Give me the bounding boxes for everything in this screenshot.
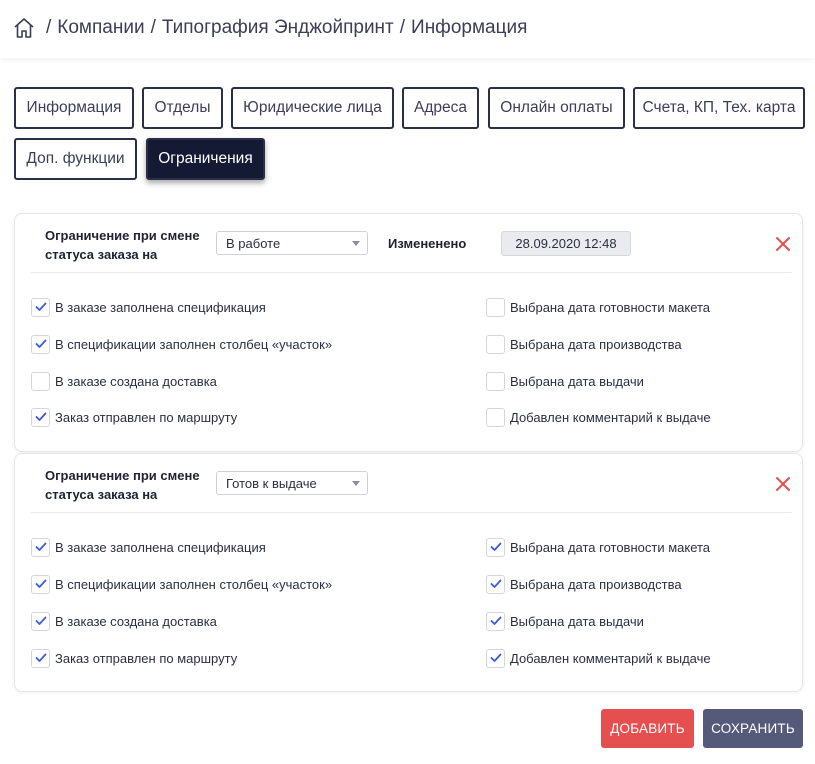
tab-departments[interactable]: Отделы (142, 87, 223, 129)
divider (31, 272, 792, 273)
check-item[interactable]: В заказе создана доставка (31, 371, 217, 391)
check-label: Заказ отправлен по маршруту (55, 650, 238, 666)
tab-information[interactable]: Информация (14, 87, 134, 129)
checkbox[interactable] (486, 297, 505, 317)
home-icon[interactable] (12, 16, 36, 40)
restriction-card: Ограничение при смене статуса заказа на … (14, 453, 803, 692)
checkbox[interactable] (486, 371, 505, 391)
check-item[interactable]: Добавлен комментарий к выдаче (486, 407, 711, 427)
tab-addresses[interactable]: Адреса (402, 87, 479, 129)
check-item[interactable]: Выбрана дата выдачи (486, 371, 644, 391)
breadcrumb-item-companies[interactable]: Компании (57, 17, 144, 39)
breadcrumb-separator: / (150, 17, 156, 38)
breadcrumb-item-company[interactable]: Типография Энджойпринт (162, 17, 394, 39)
check-label: В заказе создана доставка (55, 613, 217, 629)
chevron-down-icon (352, 241, 360, 246)
checkbox[interactable] (486, 611, 505, 631)
changed-label: Измененено (388, 236, 467, 251)
check-item[interactable]: Выбрана дата производства (486, 334, 682, 354)
tab-legal-entities[interactable]: Юридические лица (231, 87, 394, 129)
checkbox[interactable] (486, 537, 505, 557)
checkbox[interactable] (31, 371, 50, 391)
checkbox[interactable] (31, 574, 50, 594)
check-label: Выбрана дата производства (510, 576, 682, 592)
check-label: Выбрана дата готовности макета (510, 299, 711, 315)
close-icon[interactable] (775, 236, 791, 252)
check-label: В заказе создана доставка (55, 373, 217, 389)
checkbox[interactable] (486, 648, 505, 668)
changed-date-field: 28.09.2020 12:48 (501, 231, 631, 256)
restriction-card: Ограничение при смене статуса заказа на … (14, 213, 803, 452)
check-item[interactable]: Заказ отправлен по маршруту (31, 407, 237, 427)
check-label: Выбрана дата выдачи (510, 373, 644, 389)
check-item[interactable]: Добавлен комментарий к выдаче (486, 648, 711, 668)
status-select-value: Готов к выдаче (226, 475, 317, 491)
check-icon (490, 653, 501, 662)
checkbox[interactable] (31, 407, 50, 427)
divider (31, 512, 792, 513)
condition-label: Ограничение при смене статуса заказа на (45, 468, 200, 502)
status-select-value: В работе (226, 235, 281, 251)
checkbox[interactable] (31, 537, 50, 557)
check-label: В заказе заполнена спецификация (55, 299, 266, 315)
checkbox[interactable] (31, 297, 50, 317)
check-icon (35, 339, 46, 348)
tab-restrictions[interactable]: Ограничения (146, 138, 265, 180)
add-button[interactable]: ДОБАВИТЬ (601, 709, 694, 748)
check-icon (35, 542, 46, 551)
restriction-header: Ограничение при смене статуса заказа на … (15, 214, 802, 272)
checkbox[interactable] (31, 611, 50, 631)
check-icon (35, 579, 46, 588)
check-icon (35, 616, 46, 625)
check-item[interactable]: В заказе заполнена спецификация (31, 297, 266, 317)
checkbox[interactable] (486, 574, 505, 594)
check-icon (35, 302, 46, 311)
check-item[interactable]: В спецификации заполнен столбец «участок… (31, 574, 332, 594)
check-icon (35, 412, 46, 421)
restriction-header: Ограничение при смене статуса заказа на … (15, 454, 802, 512)
breadcrumb-item-current: Информация (411, 17, 528, 38)
check-icon (35, 653, 46, 662)
check-icon (490, 542, 501, 551)
close-icon[interactable] (775, 476, 791, 492)
check-label: В спецификации заполнен столбец «участок… (55, 576, 333, 592)
status-select[interactable]: В работе (216, 231, 368, 255)
check-label: Выбрана дата готовности макета (510, 539, 711, 555)
checkbox[interactable] (486, 407, 505, 427)
top-bar: / Компании / Типография Энджойпринт / Ин… (0, 0, 815, 58)
check-item[interactable]: Выбрана дата готовности макета (486, 297, 710, 317)
check-item[interactable]: В спецификации заполнен столбец «участок… (31, 334, 332, 354)
breadcrumb: / Компании / Типография Энджойпринт / Ин… (12, 14, 527, 42)
chevron-down-icon (352, 481, 360, 486)
check-label: Выбрана дата производства (510, 336, 682, 352)
checkbox[interactable] (31, 648, 50, 668)
check-label: В заказе заполнена спецификация (55, 539, 266, 555)
breadcrumb-separator: / (46, 17, 52, 38)
check-icon (490, 616, 501, 625)
checkbox[interactable] (486, 334, 505, 354)
check-item[interactable]: В заказе создана доставка (31, 611, 217, 631)
check-item[interactable]: Выбрана дата производства (486, 574, 682, 594)
tab-invoices[interactable]: Счета, КП, Тех. карта (633, 87, 805, 129)
save-button[interactable]: СОХРАНИТЬ (703, 709, 803, 748)
checkbox[interactable] (31, 334, 50, 354)
check-label: Заказ отправлен по маршруту (55, 409, 238, 425)
check-label: Добавлен комментарий к выдаче (510, 409, 711, 425)
breadcrumb-separator: / (399, 17, 406, 38)
condition-label: Ограничение при смене статуса заказа на (45, 228, 200, 262)
check-item[interactable]: В заказе заполнена спецификация (31, 537, 266, 557)
check-item[interactable]: Выбрана дата готовности макета (486, 537, 710, 557)
check-item[interactable]: Выбрана дата выдачи (486, 611, 644, 631)
check-label: Добавлен комментарий к выдаче (510, 650, 711, 666)
status-select[interactable]: Готов к выдаче (216, 471, 368, 495)
check-label: В спецификации заполнен столбец «участок… (55, 336, 333, 352)
check-item[interactable]: Заказ отправлен по маршруту (31, 648, 237, 668)
check-label: Выбрана дата выдачи (510, 613, 644, 629)
tab-online-payments[interactable]: Онлайн оплаты (488, 87, 625, 129)
check-icon (490, 579, 501, 588)
tab-extra-functions[interactable]: Доп. функции (14, 138, 137, 180)
